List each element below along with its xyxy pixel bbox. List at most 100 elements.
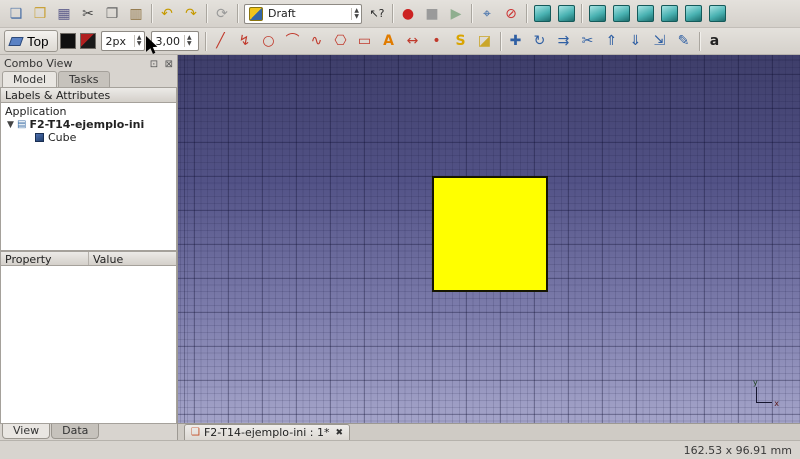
tab-model[interactable]: Model — [2, 71, 57, 87]
value-column-header[interactable]: Value — [89, 252, 176, 265]
property-view-tabs: View Data — [0, 424, 177, 440]
view-isometric-icon[interactable] — [530, 3, 554, 25]
draft-scale-icon[interactable]: ⇲ — [648, 30, 672, 52]
tab-data[interactable]: Data — [51, 424, 99, 439]
toolbar-separator — [205, 32, 206, 51]
document-tab[interactable]: ❑ F2-T14-ejemplo-ini : 1* ✖ — [184, 424, 350, 440]
y-axis-label: y — [753, 378, 758, 387]
macro-stop-icon[interactable]: ■ — [420, 3, 444, 25]
draft-line-icon[interactable]: ╱ — [209, 30, 233, 52]
tree-column-header[interactable]: Labels & Attributes — [0, 88, 177, 103]
view-top-icon[interactable] — [609, 3, 633, 25]
workbench-selected-value: Draft — [268, 7, 347, 20]
save-icon[interactable]: ▦ — [52, 3, 76, 25]
property-column-header[interactable]: Property — [1, 252, 89, 265]
refresh-icon[interactable]: ⟳ — [210, 3, 234, 25]
toolbar-draft: Top 2px ▲▼ 3,00 ▲▼ ╱↯○⌒∿⎔▭A↔•S◪ ✚↻⇉✂⇑⇓⇲✎ a — [0, 28, 800, 55]
draft-text-icon[interactable]: A — [377, 30, 401, 52]
draft-rotate-icon[interactable]: ↻ — [528, 30, 552, 52]
x-axis-label: x — [774, 399, 779, 408]
draft-shapestring-icon[interactable]: S — [449, 30, 473, 52]
toolbar-separator — [392, 4, 393, 23]
freecad-window: ❏❒▦✂❐▥↶↷⟳ Draft ▲▼ ↖?●■▶⌖⊘ Top 2px ▲▼ 3,… — [0, 0, 800, 459]
draft-polygon-icon[interactable]: ⎔ — [329, 30, 353, 52]
tree-root-application: Application — [1, 105, 176, 118]
close-panel-icon[interactable]: ⊠ — [165, 59, 173, 70]
draw-style-icon[interactable]: ⊘ — [499, 3, 523, 25]
combo-view-panel: Combo View ⊡ ⊠ Model Tasks Labels & Attr… — [0, 55, 178, 440]
dock-title-label: Combo View — [4, 57, 147, 70]
open-document-icon[interactable]: ❒ — [28, 3, 52, 25]
cube-object[interactable] — [432, 176, 548, 292]
draft-facebinder-icon[interactable]: ◪ — [473, 30, 497, 52]
annotation-scale-icon[interactable]: a — [703, 30, 727, 52]
face-color-swatch[interactable] — [80, 33, 96, 49]
draft-downgrade-icon[interactable]: ⇓ — [624, 30, 648, 52]
draft-tools-group: ╱↯○⌒∿⎔▭A↔•S◪ ✚↻⇉✂⇑⇓⇲✎ a — [209, 30, 727, 52]
macro-view-toolbar-group: ↖? ●■▶ ⌖⊘ — [365, 3, 729, 25]
redo-icon[interactable]: ↷ — [179, 3, 203, 25]
close-tab-icon[interactable]: ✖ — [335, 428, 343, 438]
view-rear-icon[interactable] — [657, 3, 681, 25]
undo-icon[interactable]: ↶ — [155, 3, 179, 25]
draft-trimex-icon[interactable]: ✂ — [576, 30, 600, 52]
dock-titlebar: Combo View ⊡ ⊠ — [0, 55, 177, 71]
document-tab-icon: ❑ — [191, 427, 200, 438]
line-width-select[interactable]: 2px ▲▼ — [101, 31, 145, 51]
font-size-spinbox[interactable]: 3,00 ▲▼ — [151, 31, 199, 51]
draft-point-icon[interactable]: • — [425, 30, 449, 52]
draft-workbench-icon — [249, 7, 263, 21]
main-area: Combo View ⊡ ⊠ Model Tasks Labels & Attr… — [0, 55, 800, 440]
workbench-dropdown-arrows[interactable]: ▲▼ — [351, 8, 359, 20]
dimensions-readout: 162.53 x 96.91 mm — [684, 444, 792, 457]
draft-offset-icon[interactable]: ⇉ — [552, 30, 576, 52]
viewport-area: y x ❑ F2-T14-ejemplo-ini : 1* ✖ — [178, 55, 800, 440]
draft-edit-icon[interactable]: ✎ — [672, 30, 696, 52]
draft-circle-icon[interactable]: ○ — [257, 30, 281, 52]
document-tab-label: F2-T14-ejemplo-ini : 1* — [204, 426, 330, 439]
copy-icon[interactable]: ❐ — [100, 3, 124, 25]
zoom-fit-icon[interactable]: ⌖ — [475, 3, 499, 25]
document-label: F2-T14-ejemplo-ini — [29, 118, 144, 131]
axes-indicator: y x — [752, 381, 776, 407]
view-axonometric-icon[interactable] — [554, 3, 578, 25]
toolbar-separator — [471, 4, 472, 23]
macro-record-icon[interactable]: ● — [396, 3, 420, 25]
whats-this-icon[interactable]: ↖? — [365, 3, 389, 25]
draft-move-icon[interactable]: ✚ — [504, 30, 528, 52]
view-bottom-icon[interactable] — [681, 3, 705, 25]
cut-icon[interactable]: ✂ — [76, 3, 100, 25]
property-table-body — [0, 266, 177, 424]
3d-viewport[interactable]: y x — [178, 55, 800, 423]
expander-icon[interactable]: ▼ — [7, 120, 17, 130]
tab-tasks[interactable]: Tasks — [58, 71, 109, 87]
toolbar-separator — [237, 4, 238, 23]
line-color-swatch[interactable] — [60, 33, 76, 49]
tab-view[interactable]: View — [2, 424, 50, 439]
draft-bspline-icon[interactable]: ∿ — [305, 30, 329, 52]
new-document-icon[interactable]: ❏ — [4, 3, 28, 25]
toolbar-separator — [699, 32, 700, 51]
line-width-arrows[interactable]: ▲▼ — [134, 35, 142, 47]
toolbar-separator — [581, 4, 582, 23]
float-panel-icon[interactable]: ⊡ — [150, 59, 158, 70]
tree-item-document[interactable]: ▼ ▤ F2-T14-ejemplo-ini — [1, 118, 176, 131]
workbench-selector[interactable]: Draft ▲▼ — [244, 4, 362, 24]
view-left-icon[interactable] — [705, 3, 729, 25]
working-plane-button[interactable]: Top — [4, 30, 58, 52]
macro-play-icon[interactable]: ▶ — [444, 3, 468, 25]
view-right-icon[interactable] — [633, 3, 657, 25]
draft-dimension-icon[interactable]: ↔ — [401, 30, 425, 52]
draft-wire-icon[interactable]: ↯ — [233, 30, 257, 52]
tree-item-cube[interactable]: Cube — [1, 131, 176, 144]
cube-label: Cube — [48, 131, 76, 144]
paste-icon[interactable]: ▥ — [124, 3, 148, 25]
draft-arc-icon[interactable]: ⌒ — [281, 30, 305, 52]
file-toolbar-group: ❏❒▦✂❐▥ ↶↷ ⟳ — [4, 3, 241, 25]
draft-upgrade-icon[interactable]: ⇑ — [600, 30, 624, 52]
toolbar-separator — [206, 4, 207, 23]
font-size-arrows[interactable]: ▲▼ — [184, 35, 192, 47]
toolbar-separator — [151, 4, 152, 23]
view-front-icon[interactable] — [585, 3, 609, 25]
draft-rectangle-icon[interactable]: ▭ — [353, 30, 377, 52]
